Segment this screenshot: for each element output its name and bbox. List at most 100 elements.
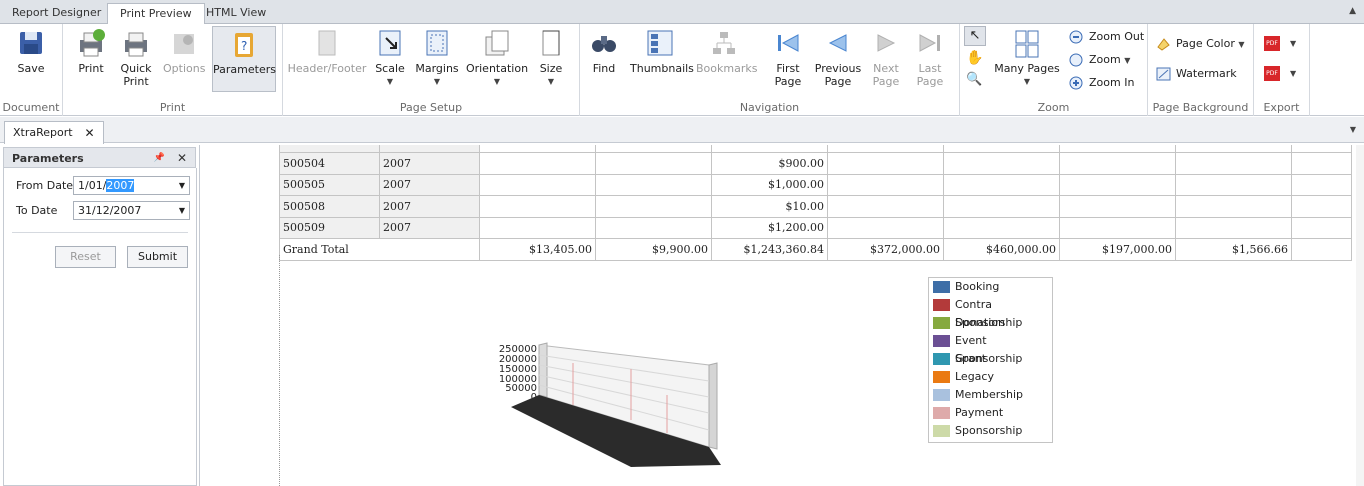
table-row: 500504 2007 $900.00 (279, 152, 1352, 175)
save-button[interactable]: Save (8, 26, 54, 75)
first-page-icon (774, 28, 802, 58)
previous-page-icon (824, 28, 852, 58)
legend-swatch (933, 299, 950, 311)
reset-button[interactable]: Reset (55, 246, 116, 268)
legend-swatch (933, 335, 950, 347)
many-pages-icon (1013, 28, 1041, 58)
close-icon[interactable]: ✕ (85, 122, 95, 144)
scale-icon (376, 28, 404, 58)
page-color-dropdown-icon: ▼ (1238, 40, 1245, 49)
legend-item: Donation (929, 314, 1052, 332)
group-label-page-setup: Page Setup (399, 101, 463, 114)
legend-swatch (933, 371, 950, 383)
ribbon-tabs: Report Designer Print Preview HTML View … (0, 0, 1364, 25)
options-button[interactable]: Options (163, 26, 205, 75)
hand-tool-icon[interactable]: ✋ (966, 50, 983, 66)
tab-print-preview[interactable]: Print Preview (107, 3, 205, 25)
next-page-icon (872, 28, 900, 58)
orientation-button[interactable]: Orientation ▼ (465, 26, 529, 88)
thumbnails-button[interactable]: Thumbnails (630, 26, 694, 75)
watermark-icon (1156, 67, 1171, 81)
group-label-document: Document (2, 101, 60, 114)
pin-icon[interactable]: 📌 (154, 148, 165, 169)
zoom-out-icon (1069, 30, 1084, 44)
parameters-panel-header: Parameters 📌 ✕ (3, 147, 196, 168)
document-tab-strip: XtraReport ✕ ▼ (0, 117, 1364, 144)
size-dropdown-icon: ▼ (547, 77, 555, 86)
page-color-button[interactable]: Page Color ▼ (1154, 34, 1245, 54)
header-footer-button[interactable]: Header/Footer (287, 26, 367, 75)
group-page-background: Page Color ▼ Watermark Page Background (1148, 24, 1254, 116)
group-label-export: Export (1263, 101, 1300, 114)
legend-swatch (933, 389, 950, 401)
next-page-button[interactable]: Next Page (870, 26, 902, 88)
from-date-label: From Date (16, 179, 74, 192)
tab-html-view[interactable]: HTML View (194, 3, 278, 24)
watermark-button[interactable]: Watermark (1154, 64, 1237, 84)
bookmarks-tree-icon (710, 28, 738, 58)
legend-swatch (933, 407, 950, 419)
previous-page-button[interactable]: Previous Page (812, 26, 864, 88)
close-icon[interactable]: ✕ (177, 148, 187, 169)
report-preview[interactable]: 500504 2007 $900.00 500505 2007 $1,000.00 … (201, 145, 1364, 486)
orientation-icon (483, 28, 511, 58)
find-button[interactable]: Find (586, 26, 622, 75)
pointer-icon[interactable]: ↖ (964, 26, 986, 46)
legend-item: Sponsorship (929, 422, 1052, 440)
legend-item: Event Sponsorship (929, 332, 1052, 365)
printer-icon (77, 28, 105, 58)
chevron-down-icon[interactable]: ▼ (1350, 125, 1356, 134)
group-label-page-background: Page Background (1152, 101, 1249, 114)
chart-side-wall (538, 342, 548, 398)
zoom-out-button[interactable]: Zoom Out (1067, 27, 1144, 47)
legend-item: Grant (929, 350, 1052, 368)
zoom-in-icon (1069, 76, 1084, 90)
from-date-field[interactable]: 1/01/2007 ▼ (73, 176, 190, 195)
legend-item: Contra Sponsorship (929, 296, 1052, 329)
group-label-navigation: Navigation (739, 101, 800, 114)
scale-button[interactable]: Scale ▼ (371, 26, 409, 88)
document-tab-xtrareport[interactable]: XtraReport ✕ (4, 121, 104, 144)
collapse-ribbon-icon[interactable]: ▲ (1349, 6, 1356, 16)
save-icon (17, 28, 45, 58)
export-pdf-icon[interactable]: PDF (1264, 36, 1280, 51)
legend-swatch (933, 353, 950, 365)
last-page-button[interactable]: Last Page (914, 26, 946, 88)
magnifier-icon[interactable]: 🔍 (966, 72, 982, 87)
zoom-dropdown[interactable]: Zoom ▼ (1067, 50, 1130, 70)
to-date-label: To Date (16, 204, 58, 217)
margins-button[interactable]: Margins ▼ (415, 26, 459, 88)
chevron-down-icon[interactable]: ▼ (179, 202, 185, 219)
quick-print-button[interactable]: Quick Print (115, 26, 157, 88)
send-pdf-icon[interactable]: PDF (1264, 66, 1280, 81)
tab-report-designer[interactable]: Report Designer (0, 3, 113, 24)
legend-swatch (933, 281, 950, 293)
vertical-scrollbar[interactable] (1356, 145, 1364, 486)
chart-plot (511, 342, 721, 467)
margins-icon (423, 28, 451, 58)
to-date-field[interactable]: 31/12/2007 ▼ (73, 201, 190, 220)
submit-button[interactable]: Submit (127, 246, 188, 268)
scale-dropdown-icon: ▼ (386, 77, 394, 86)
bookmarks-button[interactable]: Bookmarks (696, 26, 757, 75)
zoom-in-button[interactable]: Zoom In (1067, 73, 1134, 93)
table-row: 500508 2007 $10.00 (279, 195, 1352, 218)
last-page-icon (916, 28, 944, 58)
size-button[interactable]: Size ▼ (535, 26, 567, 88)
export-dropdown-icon[interactable]: ▼ (1290, 39, 1296, 48)
first-page-button[interactable]: First Page (770, 26, 806, 88)
header-footer-icon (313, 28, 341, 58)
group-zoom: ↖ ✋ 🔍 Many Pages ▼ Zoom Out Zoom ▼ Zoom … (960, 24, 1148, 116)
chevron-down-icon[interactable]: ▼ (179, 177, 185, 194)
parameters-title: Parameters (12, 152, 84, 165)
binoculars-icon (590, 28, 618, 58)
quick-print-icon (122, 28, 150, 58)
print-button[interactable]: Print (71, 26, 111, 75)
parameters-button[interactable]: ? Parameters (212, 26, 276, 92)
group-label-zoom: Zoom (1037, 101, 1070, 114)
many-pages-button[interactable]: Many Pages ▼ (994, 26, 1060, 88)
parameters-panel: Parameters 📌 ✕ From Date 1/01/2007 ▼ To … (0, 145, 200, 486)
report-table: 500504 2007 $900.00 500505 2007 $1,000.00 … (279, 145, 1352, 261)
send-dropdown-icon[interactable]: ▼ (1290, 69, 1296, 78)
legend-item: Legacy (929, 368, 1052, 386)
